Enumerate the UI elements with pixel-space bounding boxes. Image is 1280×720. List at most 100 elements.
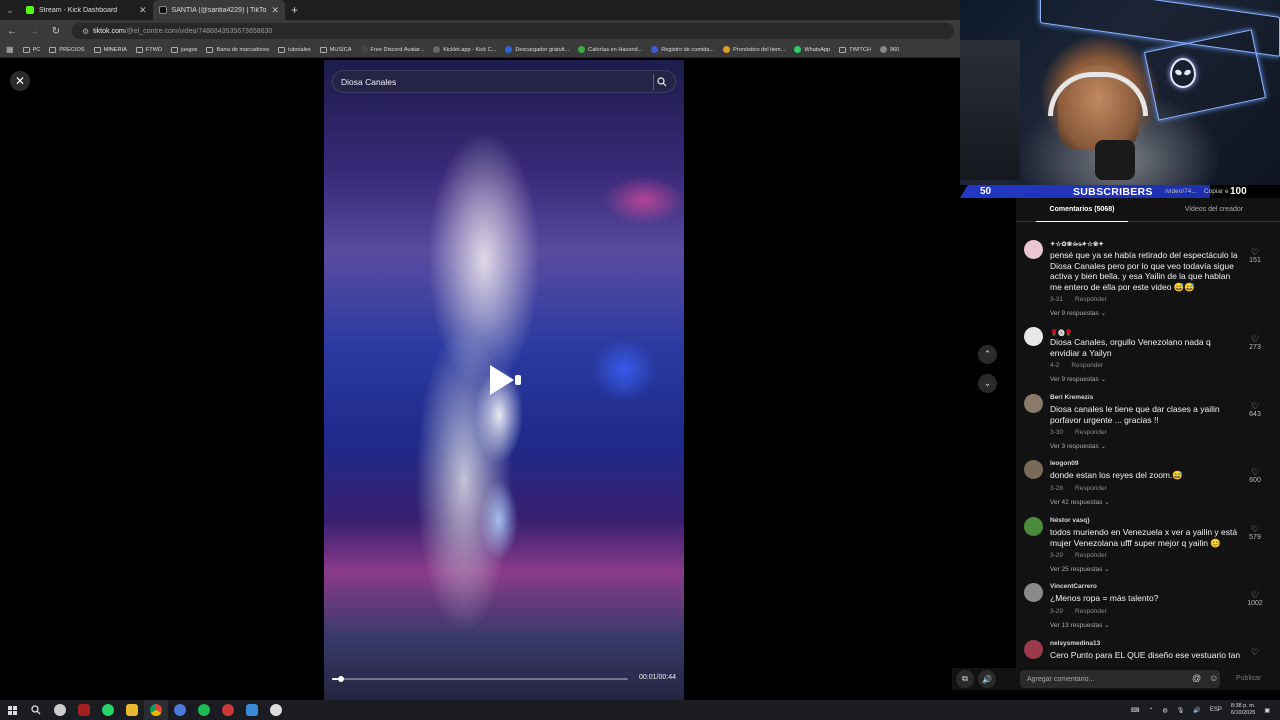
microphone-icon[interactable]: 🎙	[1177, 707, 1185, 714]
like-button[interactable]: ♡ 643	[1246, 402, 1264, 419]
volume-icon[interactable]: 🔊	[1193, 707, 1200, 714]
mention-icon[interactable]: @	[1192, 673, 1201, 683]
bookmark-pc[interactable]: PC	[22, 46, 40, 53]
comment-username[interactable]: 🌹🅧🌹	[1050, 327, 1242, 337]
site-info-icon[interactable]: ⚙	[82, 27, 89, 36]
avatar[interactable]	[1024, 460, 1043, 479]
comment-username[interactable]: Néstor vasq}	[1050, 517, 1242, 527]
view-replies-button[interactable]: Ver 42 respuestas ⌄	[1050, 498, 1242, 506]
bookmark-discord[interactable]: Free Discord Avatar...	[360, 46, 424, 53]
view-replies-button[interactable]: Ver 25 respuestas ⌄	[1050, 565, 1242, 573]
windows-start-icon[interactable]	[0, 700, 24, 720]
avatar[interactable]	[1024, 583, 1043, 602]
close-tab-icon[interactable]: ✕	[272, 5, 280, 16]
browser-tab-kick[interactable]: Stream - Kick Dashboard ✕	[20, 0, 153, 20]
bookmark-descargador[interactable]: Descargador gratuit...	[505, 46, 569, 53]
notification-icon[interactable]: ▣	[1264, 707, 1270, 714]
tab-creator-videos[interactable]: Videos del creador	[1148, 198, 1280, 221]
reply-button[interactable]: Responder	[1075, 485, 1107, 492]
emoji-icon[interactable]: ☺	[1209, 673, 1218, 683]
bookmark-kicklet[interactable]: Kicklet.app - Kick C...	[433, 46, 496, 53]
like-button[interactable]: ♡ 273	[1246, 335, 1264, 352]
network-icon[interactable]: ◍	[1162, 707, 1167, 714]
previous-video-button[interactable]: ⌃	[978, 345, 997, 364]
bookmark-calorias[interactable]: Calorías en Hacend...	[578, 46, 642, 53]
bookmark-mineria[interactable]: MINERIA	[93, 46, 127, 53]
like-button[interactable]: ♡ 579	[1246, 525, 1264, 542]
browser-tab-tiktok[interactable]: SANTIA (@santia4229) | TikTok ✕	[152, 0, 286, 20]
bookmark-960[interactable]: 960	[879, 46, 899, 53]
reload-icon[interactable]: ↻	[50, 26, 62, 37]
avatar[interactable]	[1024, 240, 1043, 259]
copy-link-text[interactable]: Copiar e	[1204, 188, 1229, 195]
like-button[interactable]: ♡ 1002	[1246, 591, 1264, 608]
avatar[interactable]	[1024, 394, 1043, 413]
app-white-icon[interactable]	[264, 700, 288, 720]
play-icon[interactable]	[490, 365, 514, 395]
like-button[interactable]: ♡	[1246, 648, 1264, 657]
app-circle-icon[interactable]	[216, 700, 240, 720]
bookmark-barra[interactable]: Barra de marcadores	[206, 46, 269, 53]
clock[interactable]: 8:38 p. m. 6/10/2025	[1231, 703, 1255, 717]
bookmark-tutoriales[interactable]: tutoriales	[278, 46, 311, 53]
view-replies-button[interactable]: Ver 13 respuestas ⌄	[1050, 621, 1242, 629]
view-replies-button[interactable]: Ver 3 respuestas ⌄	[1050, 442, 1242, 450]
video-search-input[interactable]: Diosa Canales	[332, 70, 676, 93]
picture-in-picture-button[interactable]: ⧉	[956, 670, 974, 688]
bookmark-pronostico[interactable]: Pronóstico del tiem...	[723, 46, 785, 53]
bookmark-juegos[interactable]: juegos	[171, 46, 197, 53]
reply-button[interactable]: Responder	[1075, 552, 1107, 559]
publish-button[interactable]: Publicar	[1236, 675, 1261, 682]
search-icon[interactable]	[24, 700, 48, 720]
file-explorer-icon[interactable]	[120, 700, 144, 720]
bookmark-precios[interactable]: PRECIOS	[49, 46, 85, 53]
bookmark-registro[interactable]: Registro de comida...	[651, 46, 714, 53]
spotify-icon[interactable]	[192, 700, 216, 720]
close-tab-icon[interactable]: ✕	[139, 5, 147, 16]
chrome-icon[interactable]	[144, 700, 168, 720]
view-replies-button[interactable]: Ver 9 respuestas ⌄	[1050, 375, 1242, 383]
tab-search-icon[interactable]: ⌄	[0, 0, 20, 20]
avatar[interactable]	[1024, 327, 1043, 346]
like-button[interactable]: ♡ 600	[1246, 468, 1264, 485]
bookmark-ftwd[interactable]: FTWD	[135, 46, 162, 53]
app-red-icon[interactable]	[72, 700, 96, 720]
avatar[interactable]	[1024, 517, 1043, 536]
comment-username[interactable]: leogon09	[1050, 460, 1242, 470]
keyboard-icon[interactable]: ⌨	[1131, 707, 1140, 714]
reply-button[interactable]: Responder	[1075, 296, 1107, 303]
apps-grid-icon[interactable]: ▦	[6, 45, 14, 54]
comment-username[interactable]: ✦☆✿❀☆̶s̶✦☆❀✦	[1050, 240, 1242, 250]
video-player[interactable]: Diosa Canales 00:01/00:44	[324, 60, 684, 700]
comment-username[interactable]: VincentCarrero	[1050, 583, 1242, 593]
video-progress-bar[interactable]	[332, 676, 628, 682]
language-indicator[interactable]: ESP	[1210, 707, 1222, 713]
back-icon[interactable]: ←	[6, 26, 18, 37]
reply-button[interactable]: Responder	[1075, 429, 1107, 436]
new-tab-icon[interactable]: +	[291, 3, 298, 17]
reply-button[interactable]: Responder	[1071, 362, 1103, 369]
comment-input[interactable]: Agregar comentario...	[1020, 670, 1220, 688]
progress-handle[interactable]	[337, 676, 344, 682]
forward-icon[interactable]: →	[28, 26, 40, 37]
like-button[interactable]: ♡ 151	[1246, 248, 1264, 265]
search-icon[interactable]	[653, 74, 669, 90]
volume-button[interactable]: 🔊	[978, 670, 996, 688]
close-video-button[interactable]: ✕	[10, 71, 30, 91]
avatar[interactable]	[1024, 640, 1043, 659]
tab-comments[interactable]: Comentarios (5068)	[1016, 198, 1148, 222]
bookmark-whatsapp[interactable]: WhatsApp	[794, 46, 830, 53]
browser-icon[interactable]	[168, 700, 192, 720]
whatsapp-icon[interactable]	[96, 700, 120, 720]
clock-app-icon[interactable]	[48, 700, 72, 720]
comment-username[interactable]: nelsysmedina13	[1050, 640, 1242, 650]
app-blue-icon[interactable]	[240, 700, 264, 720]
url-field[interactable]: ⚙ tiktok.com/@el_contre.com/video/748684…	[72, 23, 954, 39]
next-video-button[interactable]: ⌄	[978, 374, 997, 393]
bookmark-twitch[interactable]: TWITCH	[839, 46, 871, 53]
reply-button[interactable]: Responder	[1075, 608, 1107, 615]
chevron-up-icon[interactable]: ⌃	[1148, 707, 1153, 714]
bookmark-musica[interactable]: MUSICA	[319, 46, 352, 53]
comment-username[interactable]: Beri Kremezis	[1050, 394, 1242, 404]
view-replies-button[interactable]: Ver 9 respuestas ⌄	[1050, 309, 1242, 317]
